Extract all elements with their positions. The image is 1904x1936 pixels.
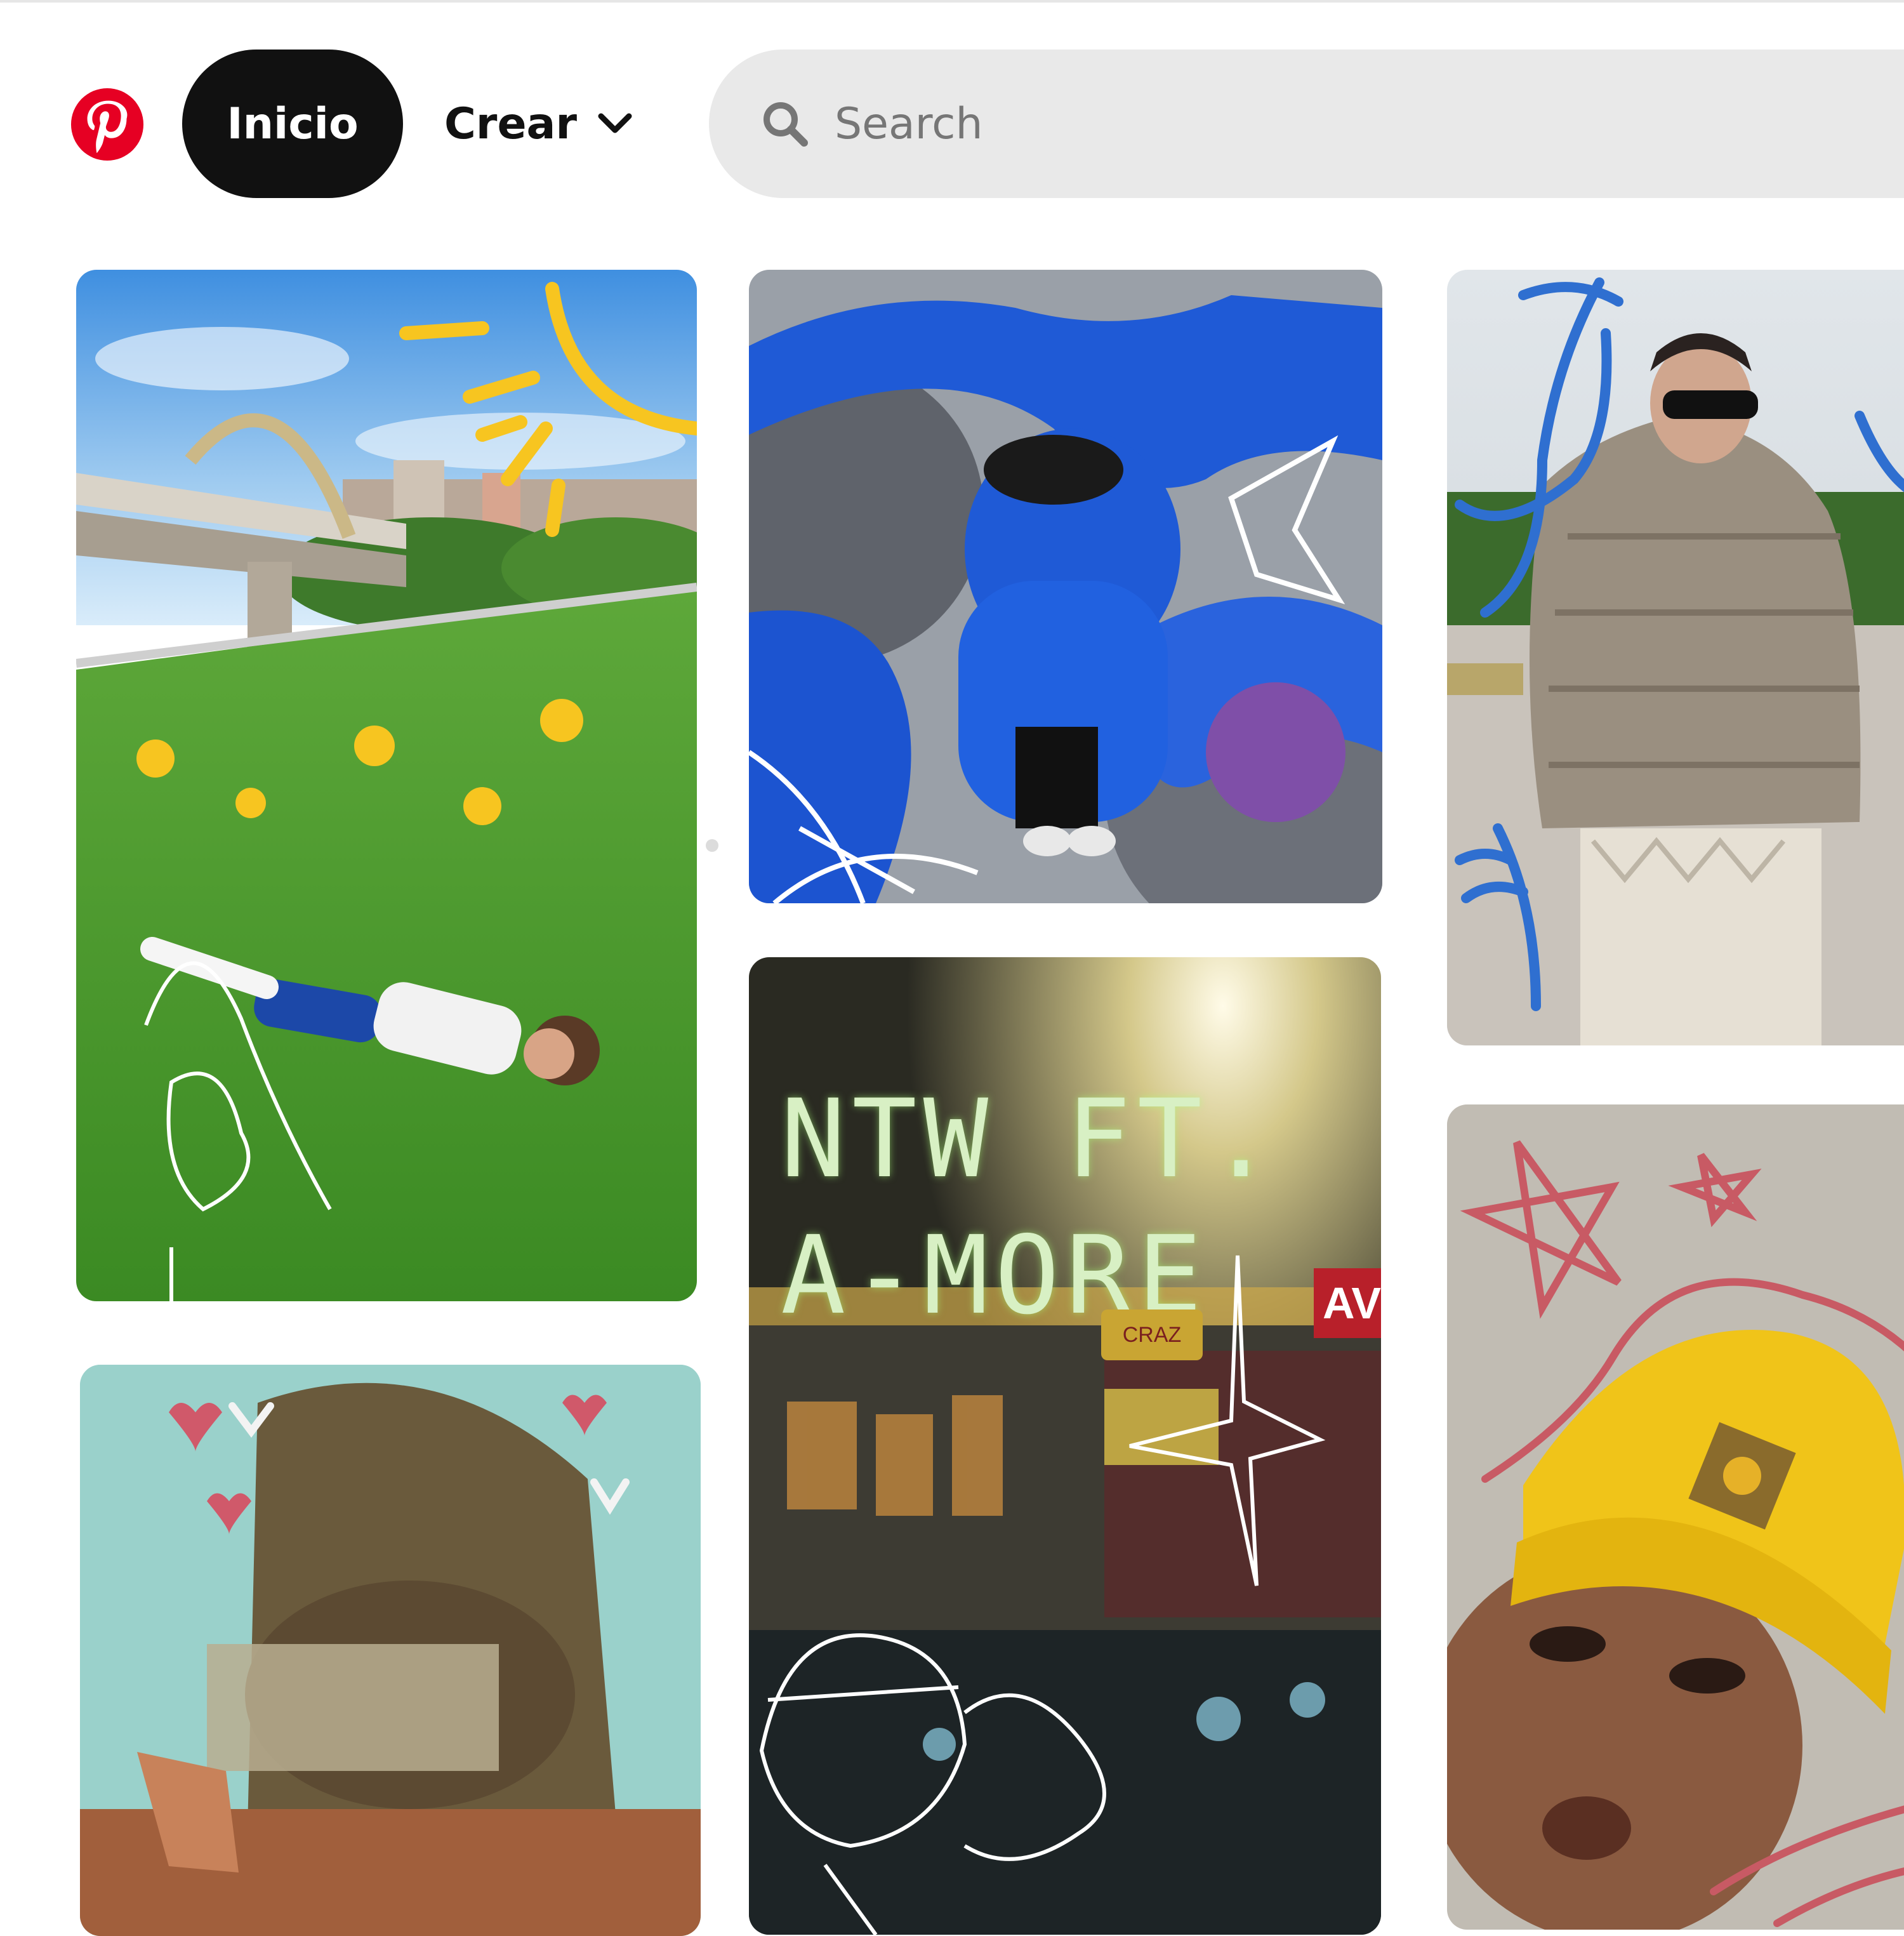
nav-home-label: Inicio [227,98,359,149]
pin-image [80,1365,701,1936]
scroll-indicator-dot [706,839,718,852]
nav-create-dropdown[interactable]: Crear [444,50,673,198]
pin-card[interactable] [80,1365,701,1936]
pin-sign-text: AV [1314,1268,1381,1338]
top-navigation-bar: Inicio Crear [0,0,1904,209]
pin-image [76,270,697,1301]
pin-overlay-title: NTW FT. A-MORE [781,1077,1280,1339]
nav-home-button[interactable]: Inicio [182,50,403,198]
pinterest-logo-icon[interactable] [70,87,145,162]
search-icon [764,102,808,147]
search-bar[interactable] [709,50,1904,198]
pin-card[interactable] [749,270,1382,903]
pin-sign-text: CRAZ [1101,1309,1203,1360]
pin-image [1447,1104,1904,1930]
pin-card[interactable] [76,270,697,1301]
chevron-down-icon [598,113,632,133]
pin-image [749,270,1382,903]
top-divider [0,0,1904,3]
pin-image [1447,270,1904,1045]
pin-card[interactable] [1447,270,1904,1045]
pin-card[interactable] [1447,1104,1904,1930]
search-input[interactable] [835,98,1787,149]
nav-create-label: Crear [444,98,577,149]
pin-card[interactable]: NTW FT. A-MORE AV CRAZ [749,957,1381,1935]
